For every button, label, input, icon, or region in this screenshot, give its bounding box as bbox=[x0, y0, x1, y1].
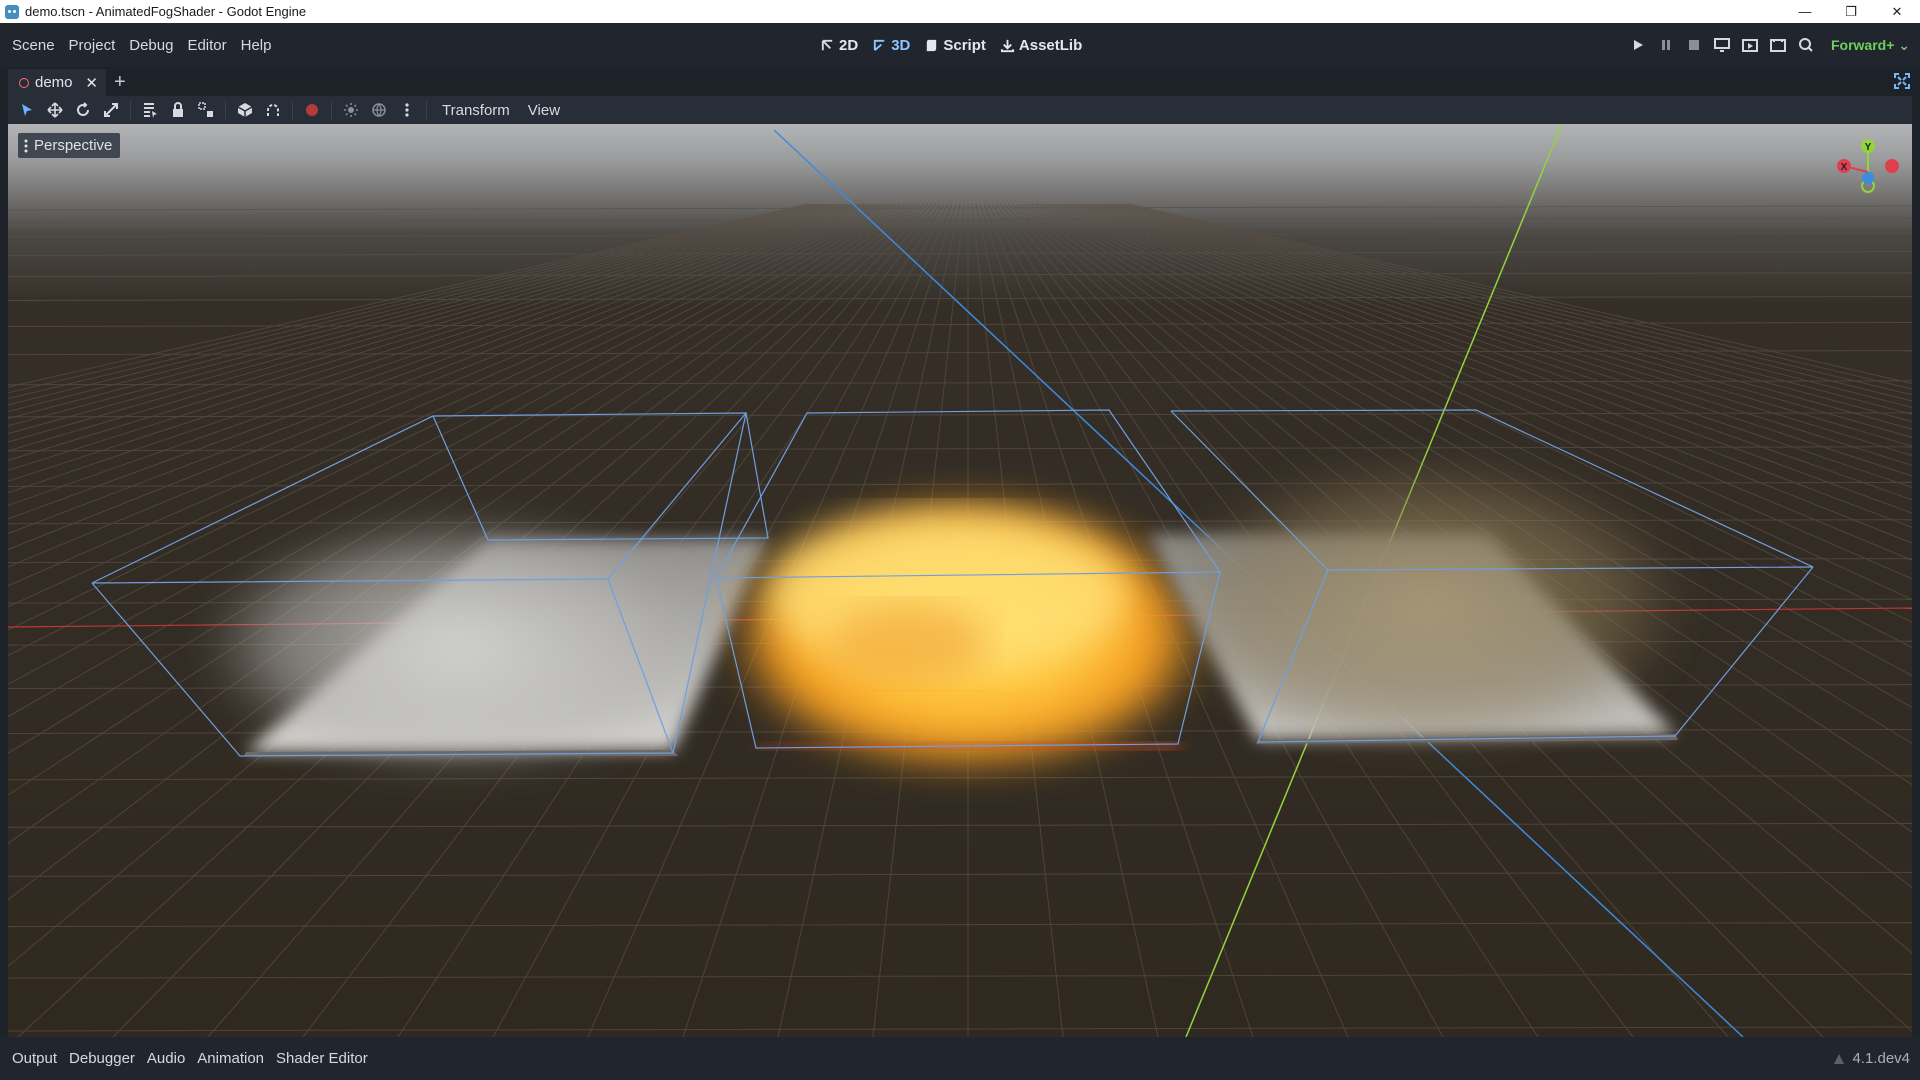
select-tool-icon[interactable] bbox=[18, 101, 36, 119]
workspace-2d-label: 2D bbox=[839, 36, 859, 54]
menu-help[interactable]: Help bbox=[241, 37, 272, 54]
3d-icon bbox=[874, 39, 885, 51]
orientation-gizmo[interactable]: Y X bbox=[1822, 136, 1912, 206]
bottom-tab-animation[interactable]: Animation bbox=[197, 1050, 264, 1067]
version-info[interactable]: 4.1.dev4 bbox=[1832, 1037, 1910, 1080]
playtest-buttons: Forward+ ⌄ bbox=[1629, 23, 1910, 67]
environment-preview-icon[interactable] bbox=[370, 101, 388, 119]
menu-debug[interactable]: Debug bbox=[129, 37, 173, 54]
main-menu-bar: Scene Project Debug Editor Help 2D 3D Sc… bbox=[0, 23, 1920, 67]
scene-tab-label: demo bbox=[35, 74, 73, 91]
update-spinner-icon bbox=[1834, 1053, 1845, 1064]
close-tab-icon[interactable]: ✕ bbox=[85, 74, 98, 92]
gizmo-z[interactable] bbox=[1862, 172, 1874, 184]
2d-icon bbox=[821, 39, 833, 50]
rotate-tool-icon[interactable] bbox=[74, 101, 92, 119]
movie-maker-icon[interactable] bbox=[1797, 36, 1815, 54]
toolbar-separator bbox=[225, 101, 226, 119]
scale-tool-icon[interactable] bbox=[102, 101, 120, 119]
gizmo-neg-x[interactable] bbox=[1885, 159, 1899, 173]
window-title: demo.tscn - AnimatedFogShader - Godot En… bbox=[25, 4, 307, 19]
bottom-tab-debugger[interactable]: Debugger bbox=[69, 1050, 135, 1067]
window-controls: — ❐ ✕ bbox=[1782, 0, 1920, 23]
distraction-free-icon[interactable] bbox=[1894, 73, 1910, 89]
toolbar-separator bbox=[331, 101, 332, 119]
stop-icon[interactable] bbox=[1685, 36, 1703, 54]
move-tool-icon[interactable] bbox=[46, 101, 64, 119]
renderer-selector[interactable]: Forward+ ⌄ bbox=[1831, 37, 1910, 54]
lock-icon[interactable] bbox=[169, 101, 187, 119]
menu-scene[interactable]: Scene bbox=[12, 37, 55, 54]
local-space-icon[interactable] bbox=[236, 101, 254, 119]
gizmo-x-label: X bbox=[1841, 162, 1848, 173]
workspace-3d-button[interactable]: 3D bbox=[872, 37, 910, 54]
kebab-icon bbox=[24, 139, 28, 152]
version-label: 4.1.dev4 bbox=[1852, 1050, 1910, 1067]
renderer-label: Forward+ bbox=[1830, 36, 1895, 53]
bottom-panel-bar: Output Debugger Audio Animation Shader E… bbox=[0, 1037, 1920, 1080]
scene-root-icon bbox=[19, 77, 29, 88]
transform-menu[interactable]: Transform bbox=[439, 102, 513, 119]
perspective-label: Perspective bbox=[34, 137, 113, 154]
bottom-tab-output[interactable]: Output bbox=[12, 1050, 57, 1067]
play-icon[interactable] bbox=[1629, 36, 1647, 54]
workspace-assetlib-button[interactable]: AssetLib bbox=[1000, 37, 1082, 54]
pause-icon[interactable] bbox=[1657, 36, 1675, 54]
toolbar-separator bbox=[130, 101, 131, 119]
play-custom-scene-icon[interactable] bbox=[1769, 36, 1787, 54]
fog-volume-fire bbox=[728, 494, 1208, 774]
bottom-tab-audio[interactable]: Audio bbox=[147, 1050, 185, 1067]
3d-viewport[interactable]: Perspective Y X bbox=[8, 124, 1912, 1037]
restore-icon[interactable]: ❐ bbox=[1828, 0, 1874, 23]
list-select-icon[interactable] bbox=[141, 101, 159, 119]
camera-override-icon[interactable] bbox=[303, 101, 321, 119]
godot-logo-icon bbox=[5, 4, 19, 19]
play-scene-icon[interactable] bbox=[1741, 36, 1759, 54]
workspace-2d-button[interactable]: 2D bbox=[820, 37, 858, 54]
toolbar-separator bbox=[426, 101, 427, 119]
workspace-assetlib-label: AssetLib bbox=[1018, 36, 1083, 54]
viewport-scene bbox=[8, 124, 1912, 1037]
workspace-script-label: Script bbox=[943, 36, 986, 54]
scene-tab-bar: demo ✕ + bbox=[0, 67, 1920, 96]
viewport-toolbar: Transform View bbox=[8, 96, 1912, 124]
title-bar: demo.tscn - AnimatedFogShader - Godot En… bbox=[0, 0, 1920, 23]
remote-debug-icon[interactable] bbox=[1713, 36, 1731, 54]
menu-editor[interactable]: Editor bbox=[187, 37, 226, 54]
menu-project[interactable]: Project bbox=[69, 37, 116, 54]
workspace-3d-label: 3D bbox=[891, 36, 911, 54]
group-icon[interactable] bbox=[197, 101, 215, 119]
close-icon[interactable]: ✕ bbox=[1874, 0, 1920, 23]
scene-tab-demo[interactable]: demo ✕ bbox=[8, 69, 106, 96]
bottom-tab-shader-editor[interactable]: Shader Editor bbox=[276, 1050, 368, 1067]
script-icon bbox=[927, 39, 937, 51]
view-menu[interactable]: View bbox=[525, 102, 563, 119]
more-options-icon[interactable] bbox=[398, 101, 416, 119]
bottom-panel-tabs: Output Debugger Audio Animation Shader E… bbox=[12, 1037, 368, 1080]
workspace-switcher: 2D 3D Script AssetLib bbox=[820, 23, 1082, 67]
add-tab-icon[interactable]: + bbox=[114, 71, 126, 94]
gizmo-y-label: Y bbox=[1865, 142, 1872, 153]
workspace-script-button[interactable]: Script bbox=[924, 37, 986, 54]
sun-preview-icon[interactable] bbox=[342, 101, 360, 119]
toolbar-separator bbox=[292, 101, 293, 119]
assetlib-icon bbox=[1000, 39, 1014, 52]
perspective-menu-button[interactable]: Perspective bbox=[18, 133, 121, 158]
main-menus: Scene Project Debug Editor Help bbox=[12, 23, 271, 67]
minimize-icon[interactable]: — bbox=[1782, 0, 1828, 23]
snap-icon[interactable] bbox=[264, 101, 282, 119]
